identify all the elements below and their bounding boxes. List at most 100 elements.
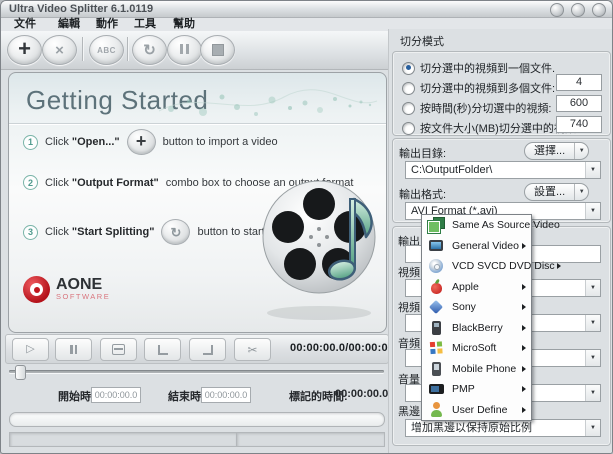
plus-icon: + <box>136 132 147 150</box>
split-mode-option-1[interactable]: 切分選中的視頻到一個文件. <box>402 60 555 76</box>
minimize-button[interactable] <box>550 3 564 17</box>
brand-logo: AONE SOFTWARE <box>23 276 110 303</box>
choose-dir-button[interactable]: 選擇...▼ <box>524 142 589 160</box>
format-menu-popup: Same As Source Video General Video VCD S… <box>421 214 532 421</box>
sony-icon <box>428 299 445 315</box>
radio-icon <box>402 122 415 135</box>
format-settings-button[interactable]: 設置...▼ <box>524 183 589 201</box>
menu-item-mobile-phone[interactable]: Mobile Phone <box>422 359 531 380</box>
chevron-down-icon: ▼ <box>585 280 600 296</box>
title-divider <box>9 123 386 124</box>
pause-playback-button[interactable] <box>55 338 92 361</box>
chevron-down-icon: ▼ <box>585 203 600 219</box>
remove-icon: × <box>55 43 64 58</box>
submenu-arrow-icon <box>522 366 526 372</box>
remove-video-button[interactable]: × <box>42 35 77 65</box>
menu-help[interactable]: 幫助 <box>173 18 195 31</box>
step-1-text: Click "Open..." <box>45 136 120 148</box>
submenu-arrow-icon <box>557 263 561 269</box>
pause-button[interactable] <box>167 35 202 65</box>
menu-item-same-as-source[interactable]: Same As Source Video <box>422 215 531 236</box>
menu-edit[interactable]: 編輯 <box>58 18 80 31</box>
slider-handle[interactable] <box>15 365 26 380</box>
status-cell-right <box>236 432 385 447</box>
app-window: Ultra Video Splitter 6.1.0119 文件 編輯 動作 工… <box>0 0 613 454</box>
add-video-button[interactable]: + <box>7 35 42 65</box>
player-bar: ▷ ✂ 00:00:00.0/00:00:00.0 <box>5 334 389 364</box>
toolbar-separator <box>127 37 128 61</box>
film-reel-illustration <box>257 171 387 331</box>
split-mode-option-2[interactable]: 切分選中的視頻到多個文件: <box>402 80 555 96</box>
menu-file[interactable]: 文件 <box>14 18 36 31</box>
submenu-arrow-icon <box>522 325 526 331</box>
general-video-icon <box>428 238 445 254</box>
step-1: 1 Click "Open..." + button to import a v… <box>23 129 278 155</box>
rename-button[interactable]: ABC <box>89 35 124 65</box>
title-bar: Ultra Video Splitter 6.1.0119 <box>1 1 612 18</box>
chevron-down-icon: ▼ <box>585 420 600 436</box>
video-quality-label: 視頻 <box>398 299 420 315</box>
chevron-down-icon: ▼ <box>585 350 600 366</box>
file-count-field[interactable]: 4 <box>556 74 602 91</box>
play-button[interactable]: ▷ <box>12 338 49 361</box>
filesize-field[interactable]: 740 <box>556 116 602 133</box>
user-define-icon <box>428 402 445 418</box>
video-size-label: 視頻 <box>398 264 420 280</box>
menu-item-microsoft[interactable]: MicroSoft <box>422 338 531 359</box>
seconds-field[interactable]: 600 <box>556 95 602 112</box>
stop-playback-button[interactable] <box>100 338 137 361</box>
submenu-arrow-icon <box>522 345 526 351</box>
toolbar-separator <box>82 37 83 61</box>
chevron-down-icon: ▼ <box>585 315 600 331</box>
end-time-field[interactable]: 00:00:00.0 <box>201 387 251 403</box>
mobile-phone-icon <box>428 361 445 377</box>
open-button-illustration: + <box>127 129 156 155</box>
mark-end-button[interactable] <box>189 338 226 361</box>
radio-icon <box>402 82 415 95</box>
split-mode-option-3[interactable]: 按時間(秒)分切選中的視頻: <box>402 100 551 116</box>
close-button[interactable] <box>592 3 606 17</box>
split-mode-group: 切分選中的視頻到一個文件. 切分選中的視頻到多個文件: 按時間(秒)分切選中的視… <box>392 51 611 136</box>
step-2-text: Click "Output Format" <box>45 177 159 189</box>
menu-tools[interactable]: 工具 <box>134 18 156 31</box>
submenu-arrow-icon <box>522 386 526 392</box>
step-3-number: 3 <box>23 225 38 240</box>
aone-logo-icon <box>23 276 50 303</box>
pmp-icon <box>428 381 445 397</box>
split-mode-group-label: 切分模式 <box>398 36 446 48</box>
submenu-arrow-icon <box>522 284 526 290</box>
microsoft-icon <box>428 340 445 356</box>
menu-item-pmp[interactable]: PMP <box>422 379 531 400</box>
mark-start-icon <box>158 345 168 355</box>
maximize-button[interactable] <box>571 3 585 17</box>
output-dir-label: 輸出目錄: <box>399 145 446 161</box>
decorative-dots <box>159 77 379 123</box>
start-splitting-button[interactable]: ↻ <box>132 35 167 65</box>
chevron-down-icon: ▼ <box>575 148 588 154</box>
slider-groove[interactable] <box>9 370 384 373</box>
menu-action[interactable]: 動作 <box>96 18 118 31</box>
same-as-source-icon <box>428 217 445 233</box>
cut-button[interactable]: ✂ <box>234 338 271 361</box>
output-format-label: 輸出格式: <box>399 186 446 202</box>
output-dir-combo[interactable]: C:\OutputFolder\▼ <box>405 161 601 179</box>
menu-item-apple[interactable]: Apple <box>422 277 531 298</box>
start-time-field[interactable]: 00:00:00.0 <box>91 387 141 403</box>
progress-bar <box>9 412 385 427</box>
playback-time-display: 00:00:00.0/00:00:00.0 <box>290 342 404 354</box>
menu-item-blackberry[interactable]: BlackBerry <box>422 318 531 339</box>
stop-button[interactable] <box>200 35 235 65</box>
status-bar <box>9 432 385 447</box>
menu-item-vcd-dvd[interactable]: VCD SVCD DVD Disc <box>422 256 531 277</box>
menu-item-user-define[interactable]: User Define <box>422 400 531 421</box>
mark-start-button[interactable] <box>144 338 181 361</box>
menu-item-general-video[interactable]: General Video <box>422 236 531 257</box>
submenu-arrow-icon <box>522 304 526 310</box>
split-mode-option-4[interactable]: 按文件大小(MB)切分選中的視頻: <box>402 120 579 136</box>
chevron-down-icon: ▼ <box>585 162 600 178</box>
output-group: 輸出目錄: 選擇...▼ C:\OutputFolder\▼ 輸出格式: 設置.… <box>392 138 611 223</box>
menu-item-sony[interactable]: Sony <box>422 297 531 318</box>
radio-selected-icon <box>402 62 415 75</box>
black-edge-combo[interactable]: 增加黑邊以保持原始比例▼ <box>405 419 601 437</box>
split-icon: ↻ <box>171 226 182 239</box>
